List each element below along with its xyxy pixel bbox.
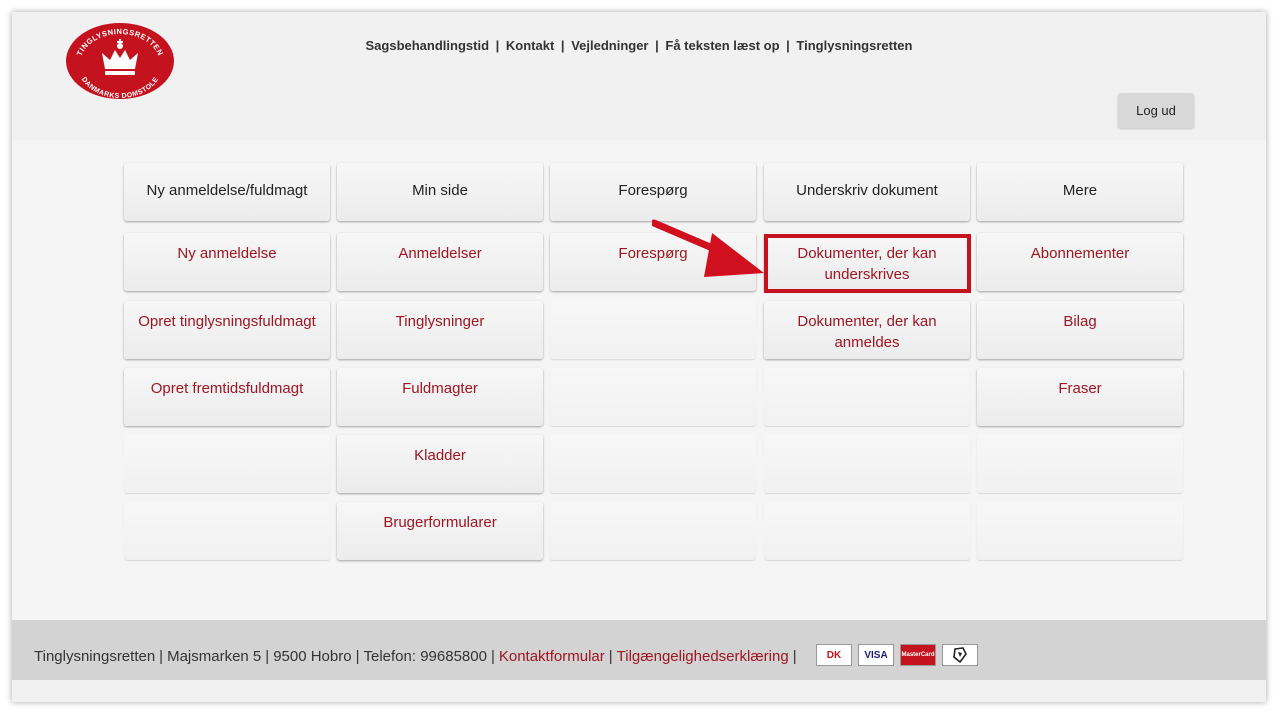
menu-header-underskriv-dokument[interactable]: Underskriv dokument bbox=[764, 163, 970, 221]
menu-empty-tile bbox=[550, 435, 756, 493]
menu-item-fraser[interactable]: Fraser bbox=[977, 368, 1183, 426]
footer-link-kontaktformular[interactable]: Kontaktformular bbox=[499, 648, 605, 665]
top-navigation: Sagsbehandlingstid | Kontakt | Vejlednin… bbox=[12, 38, 1266, 53]
visa-label: VISA bbox=[864, 649, 888, 661]
menu-item-anmeldelser[interactable]: Anmeldelser bbox=[337, 233, 543, 291]
menu-empty-tile bbox=[977, 435, 1183, 493]
nav-separator: | bbox=[560, 38, 565, 53]
menu-item-opret-tinglysningsfuldmagt[interactable]: Opret tinglysningsfuldmagt bbox=[124, 301, 330, 359]
highlight-box bbox=[764, 234, 971, 293]
footer-link-tilgaengelighedserklaering[interactable]: Tilgængelighedserklæring bbox=[617, 648, 789, 665]
menu-item-opret-fremtidsfuldmagt[interactable]: Opret fremtidsfuldmagt bbox=[124, 368, 330, 426]
menu-item-kladder[interactable]: Kladder bbox=[337, 435, 543, 493]
dankort-label: DK bbox=[826, 649, 842, 661]
footer-separator: | bbox=[792, 648, 797, 665]
nav-link-read-aloud[interactable]: Få teksten læst op bbox=[665, 38, 779, 53]
footer-separator: | bbox=[265, 648, 270, 665]
footer-city: 9500 Hobro bbox=[273, 648, 352, 665]
nav-link-tinglysningsretten[interactable]: Tinglysningsretten bbox=[796, 38, 912, 53]
menu-header-mere[interactable]: Mere bbox=[977, 163, 1183, 221]
page-header: TINGLYSNINGSRETTEN DANMARKS DOMSTOLE Sag… bbox=[12, 12, 1266, 140]
menu-header-foresporg[interactable]: Forespørg bbox=[550, 163, 756, 221]
menu-item-ny-anmeldelse[interactable]: Ny anmeldelse bbox=[124, 233, 330, 291]
footer-phone: Telefon: 99685800 bbox=[363, 648, 487, 665]
dankort-icon: DK bbox=[816, 644, 852, 666]
nemid-glyph bbox=[953, 647, 967, 663]
nav-separator: | bbox=[495, 38, 500, 53]
logout-button[interactable]: Log ud bbox=[1118, 93, 1194, 128]
menu-empty-tile bbox=[550, 502, 756, 560]
footer-address: Tinglysningsretten | Majsmarken 5 | 9500 Hob… bbox=[34, 648, 801, 665]
nav-link-kontakt[interactable]: Kontakt bbox=[506, 38, 554, 53]
footer-org-name: Tinglysningsretten bbox=[34, 648, 156, 665]
menu-item-tinglysninger[interactable]: Tinglysninger bbox=[337, 301, 543, 359]
menu-item-bilag[interactable]: Bilag bbox=[977, 301, 1183, 359]
nav-separator: | bbox=[655, 38, 659, 53]
annotation-arrow-icon bbox=[652, 219, 764, 277]
nav-link-sagsbehandlingstid[interactable]: Sagsbehandlingstid bbox=[366, 38, 490, 53]
menu-item-dokumenter-der-kan-anmeldes[interactable]: Dokumenter, der kan anmeldes bbox=[764, 301, 970, 359]
menu-empty-tile bbox=[764, 368, 970, 426]
footer-separator: | bbox=[355, 648, 360, 665]
nav-link-vejledninger[interactable]: Vejledninger bbox=[571, 38, 648, 53]
menu-item-abonnementer[interactable]: Abonnementer bbox=[977, 233, 1183, 291]
browser-frame: TINGLYSNINGSRETTEN DANMARKS DOMSTOLE Sag… bbox=[12, 12, 1266, 702]
page-footer: Tinglysningsretten | Majsmarken 5 | 9500 Hob… bbox=[12, 620, 1266, 680]
footer-separator: | bbox=[608, 648, 613, 665]
visa-icon: VISA bbox=[858, 644, 894, 666]
footer-separator: | bbox=[159, 648, 164, 665]
mastercard-label: MasterCard bbox=[901, 652, 935, 658]
footer-street: Majsmarken 5 bbox=[167, 648, 262, 665]
menu-empty-tile bbox=[764, 435, 970, 493]
bottom-strip bbox=[12, 680, 1266, 702]
nav-separator: | bbox=[786, 38, 790, 53]
menu-empty-tile bbox=[124, 502, 330, 560]
menu-empty-tile bbox=[124, 435, 330, 493]
footer-separator: | bbox=[490, 648, 495, 665]
menu-empty-tile bbox=[550, 301, 756, 359]
payment-icons: DK VISA MasterCard bbox=[816, 644, 978, 666]
menu-header-ny-anmeldelse-fuldmagt[interactable]: Ny anmeldelse/fuldmagt bbox=[124, 163, 330, 221]
menu-empty-tile bbox=[550, 368, 756, 426]
menu-empty-tile bbox=[977, 502, 1183, 560]
menu-item-brugerformularer[interactable]: Brugerformularer bbox=[337, 502, 543, 560]
menu-header-min-side[interactable]: Min side bbox=[337, 163, 543, 221]
nemid-icon bbox=[942, 644, 978, 666]
mastercard-icon: MasterCard bbox=[900, 644, 936, 666]
menu-item-fuldmagter[interactable]: Fuldmagter bbox=[337, 368, 543, 426]
tinglysningsretten-logo[interactable]: TINGLYSNINGSRETTEN DANMARKS DOMSTOLE bbox=[66, 22, 174, 100]
menu-empty-tile bbox=[764, 502, 970, 560]
main-content: Ny anmeldelse/fuldmagt Ny anmeldelse Opr… bbox=[12, 140, 1266, 620]
